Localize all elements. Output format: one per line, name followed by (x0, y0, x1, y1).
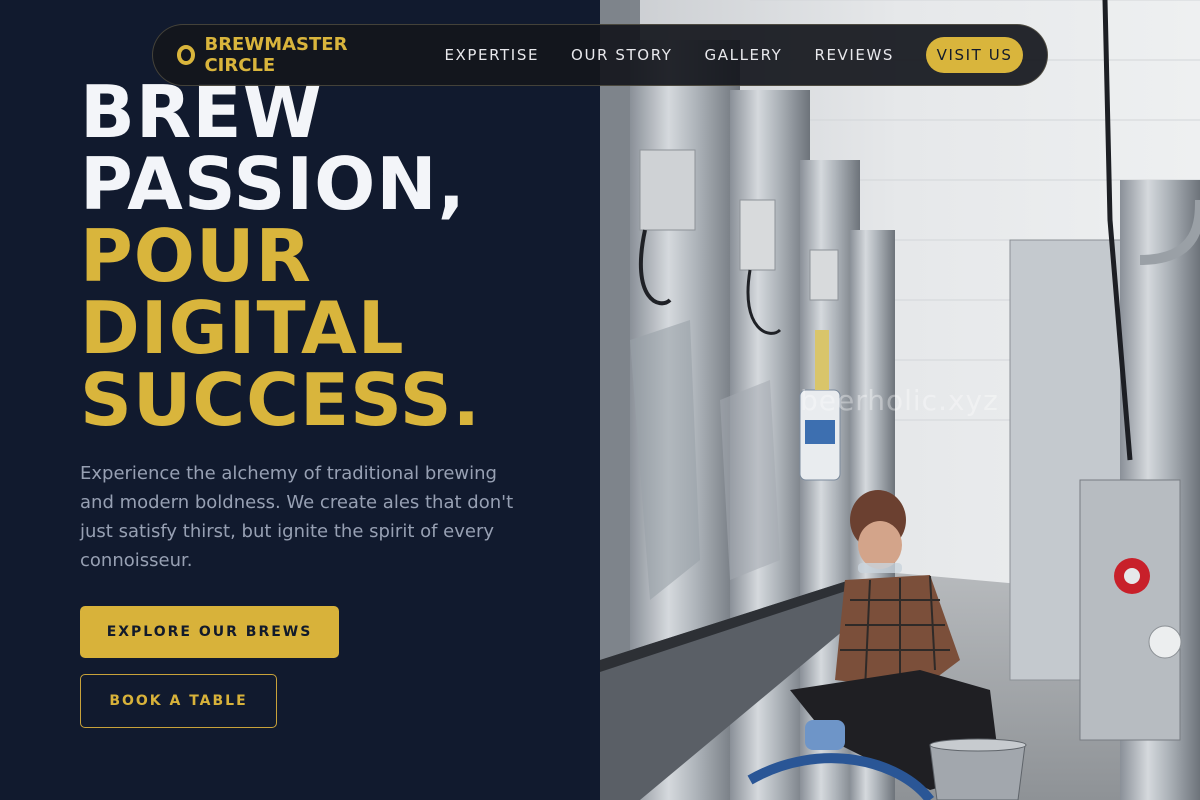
nav-links: EXPERTISE OUR STORY GALLERY REVIEWS (444, 46, 926, 64)
headline-line-5: SUCCESS. (80, 358, 482, 442)
top-navbar: BREWMASTER CIRCLE EXPERTISE OUR STORY GA… (152, 24, 1048, 86)
headline-line-3: POUR (80, 214, 312, 298)
nav-link-gallery[interactable]: GALLERY (705, 46, 783, 64)
hero-description: Experience the alchemy of traditional br… (80, 463, 514, 571)
explore-brews-button[interactable]: EXPLORE OUR BREWS (80, 606, 339, 658)
headline-line-2: PASSION, (80, 142, 466, 226)
nav-link-expertise[interactable]: EXPERTISE (444, 46, 539, 64)
nav-link-our-story[interactable]: OUR STORY (571, 46, 673, 64)
hero-headline: BREW PASSION, POUR DIGITAL SUCCESS. (80, 76, 481, 436)
headline-line-1: BREW (80, 70, 323, 154)
book-table-button[interactable]: BOOK A TABLE (80, 674, 277, 728)
visit-us-button[interactable]: VISIT US (926, 37, 1023, 73)
nav-link-reviews[interactable]: REVIEWS (814, 46, 894, 64)
brand-name: BREWMASTER CIRCLE (204, 34, 348, 76)
headline-line-4: DIGITAL (80, 286, 405, 370)
watermark-text: beerholic.xyz (800, 384, 999, 417)
ring-logo-icon (177, 45, 196, 65)
brand-logo[interactable]: BREWMASTER CIRCLE (177, 34, 396, 76)
